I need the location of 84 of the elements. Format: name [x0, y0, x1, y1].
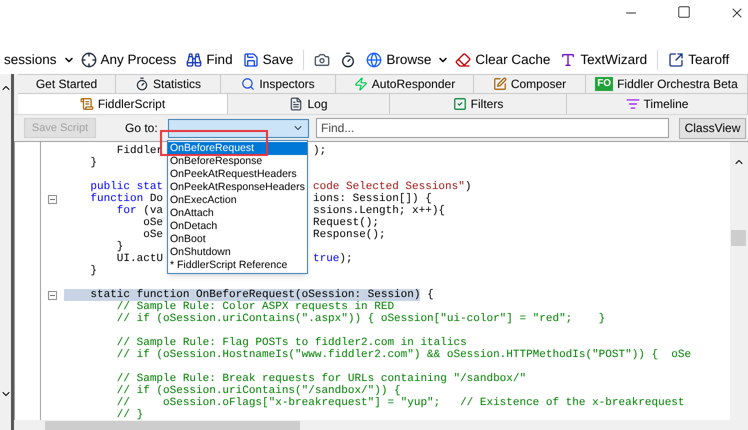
- timer-icon: [134, 77, 149, 91]
- dropdown-item[interactable]: OnDetach: [168, 220, 307, 233]
- tab[interactable]: Statistics: [116, 74, 221, 93]
- code-line: // if (oSession.uriContains(".aspx")) { oSession["ui-color"] = "red"; }: [116, 313, 606, 325]
- code-line: Fiddler: [116, 145, 164, 157]
- eraser-icon: [455, 52, 472, 68]
- goto-label: Go to:: [125, 120, 159, 137]
- code-line: // Sample Rule: Break requests for URLs containing "/sandbox/": [116, 373, 526, 385]
- tab[interactable]: Composer: [474, 74, 586, 93]
- scroll-icon: [80, 97, 94, 111]
- code-line: }: [89, 157, 98, 169]
- pen-icon: [492, 77, 507, 91]
- timeline-icon: [626, 97, 640, 111]
- code-line: oSe: [142, 229, 164, 241]
- classview-button[interactable]: ClassView: [679, 118, 746, 138]
- toolbar-button[interactable]: sessions: [0, 48, 61, 72]
- code-line: Request();: [313, 217, 380, 229]
- fo-logo-icon: FO: [595, 77, 614, 91]
- toolbar-button[interactable]: Save: [238, 48, 298, 72]
- code-line: }: [89, 265, 98, 277]
- code-line: }: [116, 241, 124, 253]
- maximize-icon[interactable]: [677, 5, 691, 19]
- code-line: );: [313, 145, 326, 157]
- letter-t-icon: [560, 52, 576, 68]
- toolbar-button[interactable]: Find: [182, 48, 237, 72]
- binoculars-icon: [186, 52, 202, 68]
- tab[interactable]: Get Started: [18, 74, 116, 93]
- toolbar-button[interactable]: TextWizard: [556, 48, 652, 72]
- code-line: // Sample Rule: Color ASPX requests in RED: [116, 301, 394, 313]
- fold-toggle-icon[interactable]: [48, 290, 57, 300]
- code-line: UI.actU: [116, 253, 164, 265]
- magnifier-icon: [241, 77, 256, 91]
- tab[interactable]: FO Fiddler Orchestra Beta: [586, 74, 748, 93]
- dropdown-item[interactable]: OnShutdown: [168, 246, 307, 259]
- code-line: function Do: [89, 193, 164, 205]
- code-line: oSe: [142, 217, 164, 229]
- side-scrollbar[interactable]: [0, 74, 14, 430]
- camera-icon: [314, 52, 330, 68]
- tab[interactable]: Timeline: [567, 93, 748, 114]
- code-line: // oSession.oFlags["x-breakrequest"] = "yup"; // Existence of the x-breakrequest: [116, 397, 685, 409]
- tab[interactable]: Filters: [390, 93, 567, 114]
- toolbar-button[interactable]: Browse: [362, 48, 436, 72]
- document-icon: [289, 97, 304, 111]
- toolbar-button[interactable]: Clear Cache: [451, 48, 554, 72]
- scroll-thumb[interactable]: [45, 421, 300, 430]
- goto-combobox[interactable]: [168, 118, 309, 138]
- dropdown-item[interactable]: OnBeforeRequest: [168, 142, 307, 155]
- code-line: // if (oSession.HostnameIs("www.fiddler2.com") && oSession.HTTPMethodIs("POST")) { oSe: [116, 349, 692, 361]
- code-line: ssions.Length; x++){: [313, 205, 446, 217]
- tab[interactable]: Log: [228, 93, 390, 114]
- horizontal-scrollbar[interactable]: [14, 420, 748, 430]
- dropdown-item[interactable]: OnBoot: [168, 233, 307, 246]
- code-line: for (va: [116, 205, 164, 217]
- vertical-scrollbar[interactable]: [730, 142, 748, 420]
- dropdown-item[interactable]: OnPeekAtRequestHeaders: [168, 168, 307, 181]
- code-line: code Selected Sessions"): [313, 181, 472, 193]
- dropdown-item[interactable]: OnPeekAtResponseHeaders: [168, 181, 307, 194]
- code-line: // }: [116, 409, 144, 420]
- dropdown-item[interactable]: OnAttach: [168, 207, 307, 220]
- find-field[interactable]: Find...: [316, 118, 669, 138]
- tab[interactable]: Inspectors: [221, 74, 336, 93]
- code-line: static function OnBeforeRequest(oSession: Session) {: [64, 289, 434, 301]
- code-line: public stat: [89, 181, 164, 193]
- code-line: true);: [313, 253, 353, 265]
- tearoff-icon: [668, 52, 684, 68]
- toolbar-button[interactable]: Tearoff: [664, 48, 734, 72]
- code-line: // Sample Rule: Flag POSTs to fiddler2.com in italics: [116, 337, 467, 349]
- code-line: // if (oSession.uriContains("/sandbox/")) {: [116, 385, 401, 397]
- dropdown-item[interactable]: OnBeforeResponse: [168, 155, 307, 168]
- code-line: Response();: [313, 229, 386, 241]
- timer-icon: [340, 52, 356, 68]
- tab[interactable]: AutoResponder: [336, 74, 474, 93]
- tab[interactable]: FiddlerScript: [18, 93, 228, 114]
- save-icon: [242, 52, 259, 68]
- checkbox-icon: [452, 97, 467, 111]
- scroll-thumb[interactable]: [731, 230, 746, 246]
- code-line: ions: Session[]) {: [313, 193, 432, 205]
- lightning-icon: [354, 77, 368, 91]
- globe-icon: [366, 52, 382, 68]
- dropdown-item[interactable]: * FiddlerScript Reference: [168, 259, 307, 272]
- toolbar-button[interactable]: Any Process: [76, 48, 180, 72]
- fold-toggle-icon[interactable]: [48, 194, 57, 204]
- dropdown-item[interactable]: OnExecAction: [168, 194, 307, 207]
- crosshair-icon: [80, 52, 97, 68]
